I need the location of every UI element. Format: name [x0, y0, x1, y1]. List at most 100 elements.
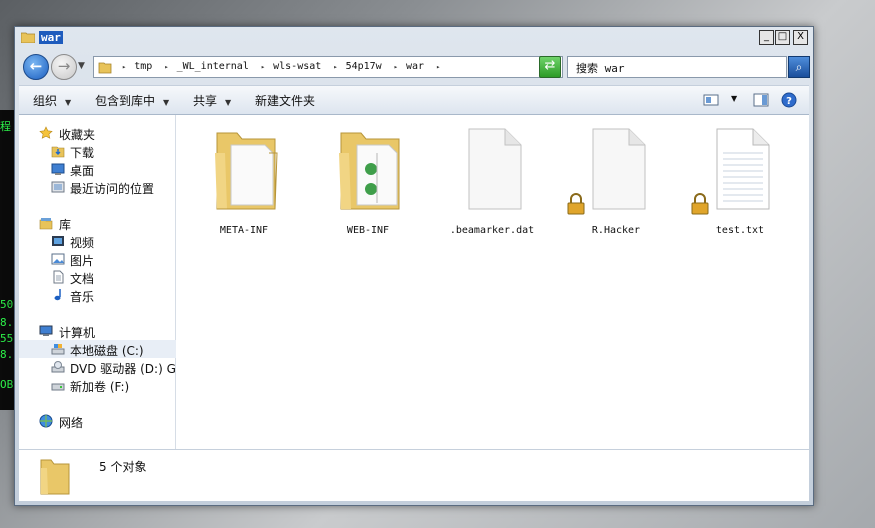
dvd-drive-icon	[51, 361, 65, 373]
sidebar-item-computer[interactable]: 计算机	[19, 322, 176, 340]
include-in-library-button[interactable]: 包含到库中 ▼	[95, 92, 169, 109]
title-bar[interactable]: war _ □ X	[15, 27, 813, 49]
sidebar-item-local-disk-c[interactable]: 本地磁盘 (C:)	[19, 340, 176, 358]
recent-pages-dropdown-icon[interactable]: ▼	[78, 61, 85, 71]
breadcrumb: ▸ tmp ▸ _WL_internal ▸ wls-wsat ▸ 54p17w…	[118, 61, 442, 72]
sidebar-item-favorites[interactable]: 收藏夹	[19, 124, 176, 142]
back-button[interactable]: ←	[23, 54, 49, 80]
file-list: META-INF WEB-INF .beamarker.dat R.Hacker…	[177, 115, 809, 449]
folder-icon	[40, 459, 70, 495]
minimize-button[interactable]: _	[759, 30, 774, 45]
item-count: 5 个对象	[99, 460, 147, 474]
file-item-test-txt[interactable]: test.txt	[685, 121, 795, 236]
sidebar-item-videos[interactable]: 视频	[19, 232, 176, 250]
file-name: test.txt	[715, 225, 765, 236]
sidebar-item-desktop[interactable]: 桌面	[19, 160, 176, 178]
close-button[interactable]: X	[793, 30, 808, 45]
forward-button[interactable]: →	[51, 54, 77, 80]
breadcrumb-item[interactable]: 54p17w	[346, 61, 382, 72]
chevron-down-icon: ▼	[163, 98, 170, 107]
organize-label: 组织	[33, 94, 58, 108]
sidebar-item-label: 本地磁盘 (C:)	[70, 344, 144, 358]
file-name: R.Hacker	[591, 225, 641, 236]
explorer-window: war _ □ X ← → ▼ ▸ tmp ▸ _WL_internal ▸ w…	[14, 26, 814, 506]
sidebar-item-network[interactable]: 网络	[19, 412, 176, 430]
new-folder-button[interactable]: 新建文件夹	[255, 92, 315, 109]
share-button[interactable]: 共享 ▼	[193, 92, 231, 109]
details-pane: 5 个对象	[19, 449, 809, 501]
terminal-line: 50	[0, 298, 14, 311]
terminal-line: 程	[0, 120, 11, 133]
chevron-right-icon[interactable]: ▸	[261, 63, 265, 71]
sidebar-item-pictures[interactable]: 图片	[19, 250, 176, 268]
file-name: META-INF	[219, 225, 269, 236]
folder-icon	[339, 132, 400, 210]
file-item-r-hacker[interactable]: R.Hacker	[561, 121, 671, 236]
sidebar-item-label: 最近访问的位置	[70, 182, 155, 196]
terminal-line: 8.	[0, 316, 14, 329]
library-icon	[39, 218, 53, 230]
terminal-line: 55	[0, 332, 14, 345]
help-icon[interactable]: ?	[781, 92, 797, 108]
share-label: 共享	[193, 94, 218, 108]
search-input[interactable]: 搜索 war	[576, 60, 625, 76]
breadcrumb-item[interactable]: war	[406, 61, 424, 72]
sidebar-item-label: 下载	[70, 146, 95, 160]
sidebar-item-label: 计算机	[59, 326, 96, 340]
window-title: war	[39, 31, 63, 44]
chevron-down-icon: ▼	[65, 98, 72, 107]
address-bar[interactable]: ▸ tmp ▸ _WL_internal ▸ wls-wsat ▸ 54p17w…	[93, 56, 563, 78]
sidebar-item-label: DVD 驱动器 (D:) GF	[70, 362, 176, 376]
sidebar-item-new-volume-f[interactable]: 新加卷 (F:)	[19, 376, 176, 394]
organize-button[interactable]: 组织 ▼	[33, 92, 71, 109]
preview-pane-icon[interactable]	[753, 93, 769, 107]
breadcrumb-item[interactable]: _WL_internal	[177, 61, 249, 72]
sidebar-item-label: 网络	[59, 416, 84, 430]
sidebar-item-label: 图片	[70, 254, 95, 268]
address-row: ← → ▼ ▸ tmp ▸ _WL_internal ▸ wls-wsat ▸ …	[15, 51, 813, 83]
chevron-down-icon: ▼	[225, 98, 232, 107]
chevron-right-icon[interactable]: ▸	[436, 63, 440, 71]
content-area: 收藏夹 下载 桌面 最近访问的位置 库 视频 图片 文档 音乐 计算机 本地磁盘…	[19, 115, 809, 449]
maximize-button[interactable]: □	[775, 30, 790, 45]
sidebar-item-music[interactable]: 音乐	[19, 286, 176, 304]
chevron-down-icon[interactable]: ▼	[731, 94, 737, 103]
view-options-icon[interactable]	[703, 93, 719, 107]
chevron-right-icon[interactable]: ▸	[122, 63, 126, 71]
refresh-button[interactable]: ⇄	[539, 56, 561, 78]
recent-places-icon	[51, 181, 65, 193]
document-icon	[53, 270, 64, 284]
sidebar-item-dvd-drive-d[interactable]: DVD 驱动器 (D:) GF	[19, 358, 176, 376]
sidebar-item-label: 收藏夹	[59, 128, 96, 142]
sidebar-item-label: 文档	[70, 272, 95, 286]
file-name: .beamarker.dat	[449, 225, 535, 236]
computer-icon	[39, 325, 53, 336]
drive-icon	[51, 344, 65, 355]
file-item-web-inf[interactable]: WEB-INF	[313, 121, 423, 236]
drive-icon	[51, 383, 65, 391]
breadcrumb-item[interactable]: tmp	[134, 61, 152, 72]
chevron-right-icon[interactable]: ▸	[394, 63, 398, 71]
sidebar-item-libraries[interactable]: 库	[19, 214, 176, 232]
sidebar-item-documents[interactable]: 文档	[19, 268, 176, 286]
lock-icon	[691, 193, 709, 215]
sidebar-item-label: 新加卷 (F:)	[70, 380, 130, 394]
chevron-right-icon[interactable]: ▸	[164, 63, 168, 71]
sidebar-item-recent-places[interactable]: 最近访问的位置	[19, 178, 176, 196]
sidebar-item-label: 音乐	[70, 290, 95, 304]
file-item-meta-inf[interactable]: META-INF	[189, 121, 299, 236]
file-icon	[468, 128, 522, 210]
music-icon	[54, 289, 61, 301]
file-name: WEB-INF	[346, 225, 390, 236]
sidebar-item-downloads[interactable]: 下载	[19, 142, 176, 160]
sidebar-item-label: 桌面	[70, 164, 95, 178]
file-item-beamarker-dat[interactable]: .beamarker.dat	[437, 121, 547, 236]
search-icon[interactable]: ⌕	[788, 56, 810, 78]
text-file-icon	[716, 128, 770, 210]
folder-icon	[98, 62, 112, 74]
search-box[interactable]: 搜索 war	[567, 56, 787, 78]
lock-icon	[567, 193, 585, 215]
chevron-right-icon[interactable]: ▸	[333, 63, 337, 71]
network-icon	[39, 414, 53, 428]
breadcrumb-item[interactable]: wls-wsat	[273, 61, 321, 72]
